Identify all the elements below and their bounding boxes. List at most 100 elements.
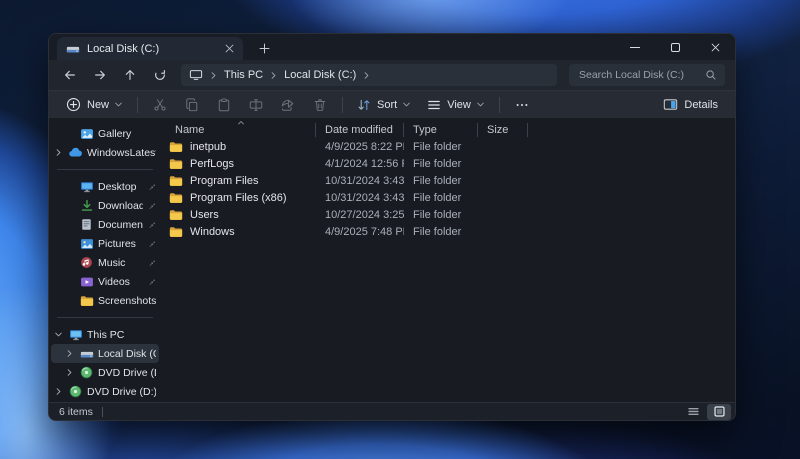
minimize-icon bbox=[630, 47, 640, 48]
tab-bar: Local Disk (C:) bbox=[49, 34, 735, 60]
sidebar-separator bbox=[57, 317, 153, 318]
drive-icon bbox=[66, 42, 80, 56]
chevron-down-icon bbox=[114, 100, 123, 109]
sidebar-item-label: Local Disk (C:) bbox=[98, 348, 156, 360]
file-name-cell: Program Files (x86) bbox=[166, 191, 316, 205]
file-row-inetpub[interactable]: inetpub4/9/2025 8:22 PMFile folder bbox=[166, 138, 735, 155]
column-header-type[interactable]: Type bbox=[404, 123, 478, 137]
search-input[interactable] bbox=[577, 68, 699, 82]
this-pc-icon bbox=[189, 68, 203, 82]
chevron-right-icon[interactable] bbox=[53, 387, 64, 396]
sidebar-item-label: Pictures bbox=[98, 238, 143, 250]
sort-button[interactable]: Sort bbox=[350, 93, 418, 117]
file-name-cell: Program Files bbox=[166, 174, 316, 188]
thumbnail-view-toggle[interactable] bbox=[707, 404, 731, 420]
sidebar-item-dvd-drive-d-c[interactable]: DVD Drive (D:) C bbox=[51, 382, 159, 401]
file-row-perflogs[interactable]: PerfLogs4/1/2024 12:56 PMFile folder bbox=[166, 155, 735, 172]
back-button[interactable] bbox=[57, 63, 83, 87]
column-header-size[interactable]: Size bbox=[478, 123, 528, 137]
sidebar-item-music[interactable]: Music bbox=[51, 253, 159, 272]
pin-icon bbox=[147, 239, 156, 248]
column-header-name[interactable]: Name bbox=[166, 123, 316, 137]
chevron-down-icon bbox=[476, 100, 485, 109]
file-row-program-files[interactable]: Program Files10/31/2024 3:43 AMFile fold… bbox=[166, 172, 735, 189]
chevron-down-icon bbox=[402, 100, 411, 109]
sidebar-item-this-pc[interactable]: This PC bbox=[51, 325, 159, 344]
details-view-toggle[interactable] bbox=[681, 404, 705, 420]
trash-icon bbox=[313, 98, 327, 112]
thumbnail-view-icon bbox=[713, 405, 726, 418]
sidebar-item-gallery[interactable]: Gallery bbox=[51, 124, 159, 143]
forward-button[interactable] bbox=[87, 63, 113, 87]
file-row-windows[interactable]: Windows4/9/2025 7:48 PMFile folder bbox=[166, 223, 735, 240]
chevron-right-icon[interactable] bbox=[64, 349, 75, 358]
sidebar-item-dvd-drive-d[interactable]: DVD Drive (D:) bbox=[51, 363, 159, 382]
chevron-right-icon[interactable] bbox=[64, 368, 75, 377]
sidebar-item-label: DVD Drive (D:) bbox=[98, 367, 156, 379]
rename-button[interactable] bbox=[241, 93, 271, 117]
sort-icon bbox=[357, 98, 371, 112]
copy-icon bbox=[185, 98, 199, 112]
new-icon bbox=[66, 97, 81, 112]
file-type: File folder bbox=[404, 158, 478, 170]
search-box[interactable] bbox=[569, 64, 725, 86]
breadcrumb-this-pc[interactable]: This PC bbox=[224, 69, 263, 81]
sidebar-item-local-disk-c[interactable]: Local Disk (C:) bbox=[51, 344, 159, 363]
details-pane-button[interactable]: Details bbox=[656, 93, 725, 117]
sort-ascending-icon bbox=[237, 119, 245, 127]
file-name: Program Files bbox=[190, 175, 258, 187]
pictures-icon bbox=[79, 237, 94, 251]
breadcrumb-local-disk[interactable]: Local Disk (C:) bbox=[284, 69, 356, 81]
toolbar-separator bbox=[342, 97, 343, 113]
delete-button[interactable] bbox=[305, 93, 335, 117]
new-button[interactable]: New bbox=[59, 93, 130, 117]
sidebar-item-videos[interactable]: Videos bbox=[51, 272, 159, 291]
minimize-button[interactable] bbox=[615, 34, 655, 60]
paste-button[interactable] bbox=[209, 93, 239, 117]
pin-icon bbox=[147, 220, 156, 229]
pin-icon bbox=[147, 182, 156, 191]
column-header-label: Size bbox=[487, 124, 508, 136]
file-name: Windows bbox=[190, 226, 235, 238]
column-header-row: NameDate modifiedType Size bbox=[166, 121, 735, 138]
chevron-right-icon bbox=[209, 71, 218, 80]
file-list-pane: NameDate modifiedType Size inetpub4/9/202… bbox=[161, 119, 735, 402]
sidebar-item-label: DVD Drive (D:) C bbox=[87, 386, 156, 398]
file-date-modified: 4/9/2025 8:22 PM bbox=[316, 141, 404, 153]
sidebar-item-downloads[interactable]: Downloads bbox=[51, 196, 159, 215]
maximize-button[interactable] bbox=[655, 34, 695, 60]
cut-button[interactable] bbox=[145, 93, 175, 117]
folder-icon bbox=[79, 294, 94, 308]
sidebar-item-windowslatest[interactable]: WindowsLatest bbox=[51, 143, 159, 162]
file-date-modified: 4/1/2024 12:56 PM bbox=[316, 158, 404, 170]
file-row-users[interactable]: Users10/27/2024 3:25 AMFile folder bbox=[166, 206, 735, 223]
sidebar-item-screenshots[interactable]: Screenshots bbox=[51, 291, 159, 310]
sidebar-item-desktop[interactable]: Desktop bbox=[51, 177, 159, 196]
folder-icon bbox=[169, 225, 183, 239]
file-name-cell: Windows bbox=[166, 225, 316, 239]
column-header-date-modified[interactable]: Date modified bbox=[316, 123, 404, 137]
copy-button[interactable] bbox=[177, 93, 207, 117]
details-view-icon bbox=[687, 405, 700, 418]
tab-local-disk[interactable]: Local Disk (C:) bbox=[57, 37, 243, 60]
documents-icon bbox=[79, 218, 94, 231]
chevron-right-icon[interactable] bbox=[53, 148, 64, 157]
tab-title: Local Disk (C:) bbox=[87, 43, 214, 55]
refresh-button[interactable] bbox=[147, 63, 173, 87]
file-row-program-files-x86[interactable]: Program Files (x86)10/31/2024 3:43 AMFil… bbox=[166, 189, 735, 206]
up-button[interactable] bbox=[117, 63, 143, 87]
sidebar-item-pictures[interactable]: Pictures bbox=[51, 234, 159, 253]
new-tab-button[interactable] bbox=[253, 38, 275, 58]
chevron-down-icon[interactable] bbox=[53, 330, 64, 339]
sidebar-item-label: Screenshots bbox=[98, 295, 156, 307]
share-button[interactable] bbox=[273, 93, 303, 117]
view-button[interactable]: View bbox=[420, 93, 492, 117]
sidebar-item-documents[interactable]: Documents bbox=[51, 215, 159, 234]
more-options-button[interactable] bbox=[507, 93, 537, 117]
breadcrumb[interactable]: This PC Local Disk (C:) bbox=[181, 64, 557, 86]
sort-button-label: Sort bbox=[377, 99, 397, 111]
pin-icon bbox=[147, 277, 156, 286]
cut-icon bbox=[153, 98, 167, 112]
tab-close-icon[interactable] bbox=[221, 41, 237, 57]
close-button[interactable] bbox=[695, 34, 735, 60]
